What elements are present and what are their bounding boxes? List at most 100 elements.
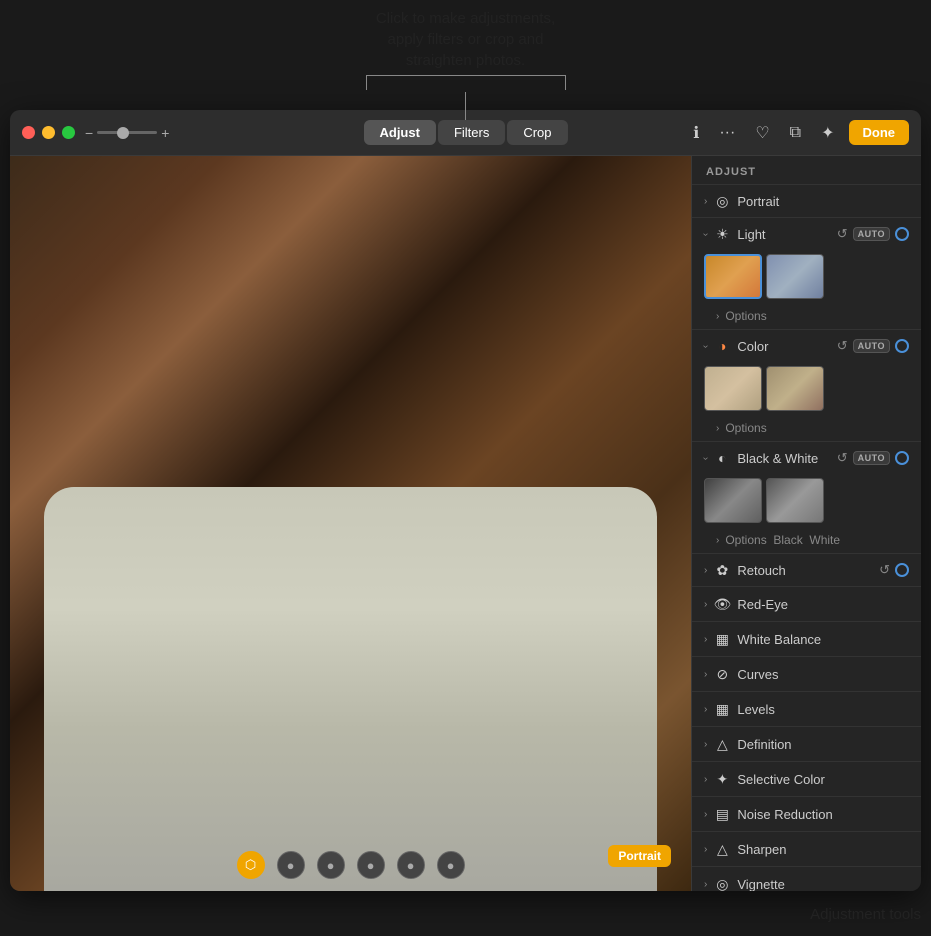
tool-circle-4[interactable]: ● bbox=[397, 851, 425, 879]
more-button[interactable]: ··· bbox=[713, 121, 741, 145]
bw-toggle[interactable] bbox=[895, 451, 909, 465]
content-area: ⬡ ● ● ● ● ● Portrait ADJUST › ◎ Portrait bbox=[10, 156, 921, 891]
titlebar-right: ℹ ··· ♡ ⧉ ✦ Done bbox=[687, 120, 909, 146]
zoom-plus-icon[interactable]: + bbox=[161, 125, 169, 141]
fullscreen-button[interactable] bbox=[62, 126, 75, 139]
callout-text: Click to make adjustments,apply filters … bbox=[376, 8, 555, 71]
adjust-row-portrait[interactable]: › ◎ Portrait bbox=[692, 185, 921, 217]
info-button[interactable]: ℹ bbox=[687, 120, 705, 146]
tab-adjust[interactable]: Adjust bbox=[363, 120, 435, 145]
adjust-item-light: › ☀ Light ↺ AUTO › bbox=[692, 217, 921, 329]
light-thumb-1[interactable] bbox=[704, 254, 762, 299]
photo-background bbox=[10, 156, 691, 891]
tool-circle-2[interactable]: ● bbox=[317, 851, 345, 879]
adjust-row-light[interactable]: › ☀ Light ↺ AUTO bbox=[692, 218, 921, 250]
adjust-item-portrait: › ◎ Portrait bbox=[692, 184, 921, 217]
panel-header: ADJUST bbox=[692, 156, 921, 184]
bw-thumbs bbox=[692, 474, 921, 529]
retouch-icon: ✿ bbox=[713, 561, 731, 579]
adjust-row-bw[interactable]: › ◐ Black & White ↺ AUTO bbox=[692, 442, 921, 474]
retouch-reset-icon[interactable]: ↺ bbox=[879, 562, 890, 578]
zoom-minus-icon[interactable]: − bbox=[85, 125, 93, 141]
color-thumbs bbox=[692, 362, 921, 417]
adjust-row-levels[interactable]: › ▦ Levels bbox=[692, 691, 921, 726]
adjust-row-wb[interactable]: › ▦ White Balance bbox=[692, 621, 921, 656]
tab-filters[interactable]: Filters bbox=[438, 120, 505, 145]
tool-circle-5[interactable]: ● bbox=[437, 851, 465, 879]
bw-options-label: Options bbox=[725, 533, 766, 547]
color-auto-badge[interactable]: AUTO bbox=[853, 339, 890, 353]
bw-options-row[interactable]: › Options Black White bbox=[692, 529, 921, 553]
light-auto-badge[interactable]: AUTO bbox=[853, 227, 890, 241]
adjust-item-bw: › ◐ Black & White ↺ AUTO bbox=[692, 441, 921, 553]
portrait-icon: ◎ bbox=[713, 192, 731, 210]
tool-circle-1[interactable]: ● bbox=[277, 851, 305, 879]
definition-icon: △ bbox=[713, 735, 731, 753]
bw-reset-icon[interactable]: ↺ bbox=[837, 450, 848, 466]
color-label: Color bbox=[737, 339, 836, 354]
chevron-light: › bbox=[700, 232, 711, 235]
chevron-vignette: › bbox=[704, 879, 707, 890]
bw-thumb-2[interactable] bbox=[766, 478, 824, 523]
color-thumb-2[interactable] bbox=[766, 366, 824, 411]
bw-black-label: Black bbox=[773, 533, 802, 547]
color-toggle[interactable] bbox=[895, 339, 909, 353]
tab-crop[interactable]: Crop bbox=[507, 120, 567, 145]
color-reset-icon[interactable]: ↺ bbox=[837, 338, 848, 354]
light-reset-icon[interactable]: ↺ bbox=[837, 226, 848, 242]
adjust-row-color[interactable]: › ◑ Color ↺ AUTO bbox=[692, 330, 921, 362]
light-controls: ↺ AUTO bbox=[837, 226, 909, 242]
redeye-label: Red-Eye bbox=[737, 597, 788, 612]
wb-icon: ▦ bbox=[713, 630, 731, 648]
adjust-row-vignette[interactable]: › ◎ Vignette bbox=[692, 866, 921, 891]
chevron-sharpen: › bbox=[704, 844, 707, 855]
adjust-row-sharpen[interactable]: › △ Sharpen bbox=[692, 831, 921, 866]
definition-label: Definition bbox=[737, 737, 791, 752]
color-options-row[interactable]: › Options bbox=[692, 417, 921, 441]
chevron-selcolor: › bbox=[704, 774, 707, 785]
redeye-icon: 👁 bbox=[713, 595, 731, 613]
tool-circle-3[interactable]: ● bbox=[357, 851, 385, 879]
traffic-lights bbox=[22, 126, 75, 139]
adjust-row-curves[interactable]: › ⊘ Curves bbox=[692, 656, 921, 691]
adjust-item-retouch: › ✿ Retouch ↺ bbox=[692, 553, 921, 586]
photo-toolbar: ⬡ ● ● ● ● ● Portrait bbox=[10, 851, 691, 879]
bottom-annotation: Adjustment tools bbox=[810, 892, 921, 936]
color-options-label: Options bbox=[725, 421, 766, 435]
light-icon: ☀ bbox=[713, 225, 731, 243]
color-thumb-1[interactable] bbox=[704, 366, 762, 411]
adjust-row-definition[interactable]: › △ Definition bbox=[692, 726, 921, 761]
magic-button[interactable]: ✦ bbox=[815, 120, 840, 146]
chevron-levels: › bbox=[704, 704, 707, 715]
adjust-row-redeye[interactable]: › 👁 Red-Eye bbox=[692, 586, 921, 621]
vignette-icon: ◎ bbox=[713, 875, 731, 891]
zoom-slider[interactable] bbox=[97, 131, 157, 134]
share-button[interactable]: ⧉ bbox=[784, 121, 807, 145]
chevron-definition: › bbox=[704, 739, 707, 750]
panel-scroll[interactable]: › ◎ Portrait › ☀ Light ↺ AUTO bbox=[692, 184, 921, 891]
close-button[interactable] bbox=[22, 126, 35, 139]
light-toggle[interactable] bbox=[895, 227, 909, 241]
bw-thumb-1[interactable] bbox=[704, 478, 762, 523]
light-thumb-2[interactable] bbox=[766, 254, 824, 299]
adjust-row-selcolor[interactable]: › ✦ Selective Color bbox=[692, 761, 921, 796]
favorite-button[interactable]: ♡ bbox=[749, 120, 775, 146]
light-options-row[interactable]: › Options bbox=[692, 305, 921, 329]
color-icon: ◑ bbox=[713, 337, 731, 355]
adjust-row-noise[interactable]: › ▤ Noise Reduction bbox=[692, 796, 921, 831]
adjust-row-retouch[interactable]: › ✿ Retouch ↺ bbox=[692, 554, 921, 586]
adjust-item-color: › ◑ Color ↺ AUTO › bbox=[692, 329, 921, 441]
done-button[interactable]: Done bbox=[849, 120, 910, 145]
callout-line bbox=[465, 92, 466, 120]
right-panel: ADJUST › ◎ Portrait › ☀ Light bbox=[691, 156, 921, 891]
retouch-label: Retouch bbox=[737, 563, 879, 578]
chevron-retouch: › bbox=[704, 565, 707, 576]
photo-panel: ⬡ ● ● ● ● ● Portrait bbox=[10, 156, 691, 891]
retouch-toggle[interactable] bbox=[895, 563, 909, 577]
bw-auto-badge[interactable]: AUTO bbox=[853, 451, 890, 465]
light-thumbs bbox=[692, 250, 921, 305]
tool-hexagon[interactable]: ⬡ bbox=[237, 851, 265, 879]
sharpen-icon: △ bbox=[713, 840, 731, 858]
portrait-label-button[interactable]: Portrait bbox=[608, 845, 671, 867]
minimize-button[interactable] bbox=[42, 126, 55, 139]
